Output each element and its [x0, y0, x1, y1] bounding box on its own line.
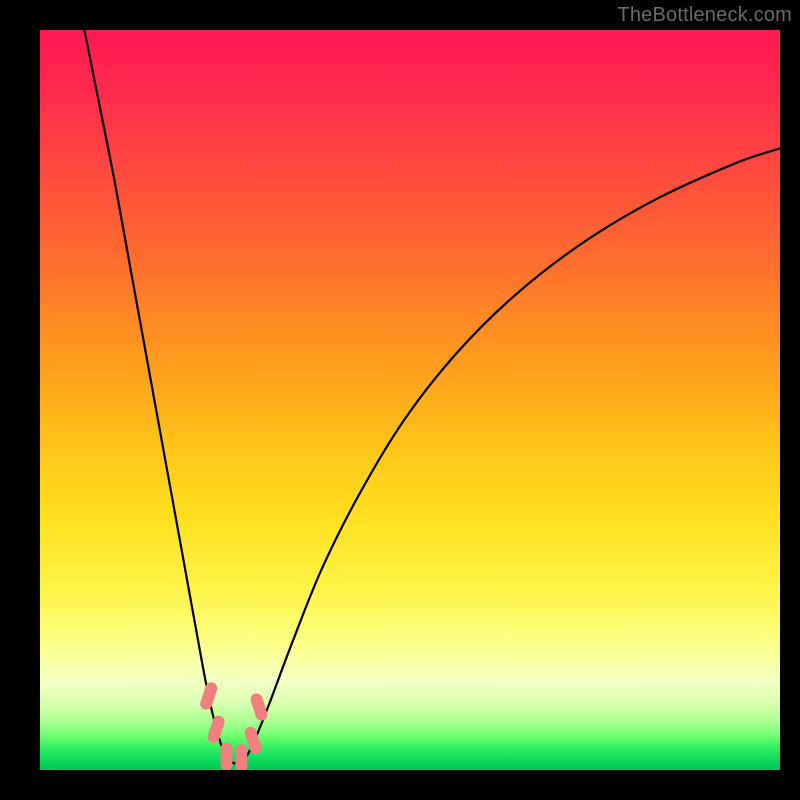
bottleneck-curve-svg [40, 30, 780, 770]
bottleneck-curve [84, 30, 780, 763]
chart-frame: TheBottleneck.com [0, 0, 800, 800]
optimum-markers [199, 681, 269, 770]
attribution-label: TheBottleneck.com [617, 4, 792, 27]
plot-area [40, 30, 780, 770]
optimum-marker [199, 681, 219, 711]
optimum-marker [206, 714, 226, 744]
optimum-marker [235, 744, 247, 770]
optimum-marker [220, 743, 232, 770]
optimum-marker [249, 692, 269, 722]
